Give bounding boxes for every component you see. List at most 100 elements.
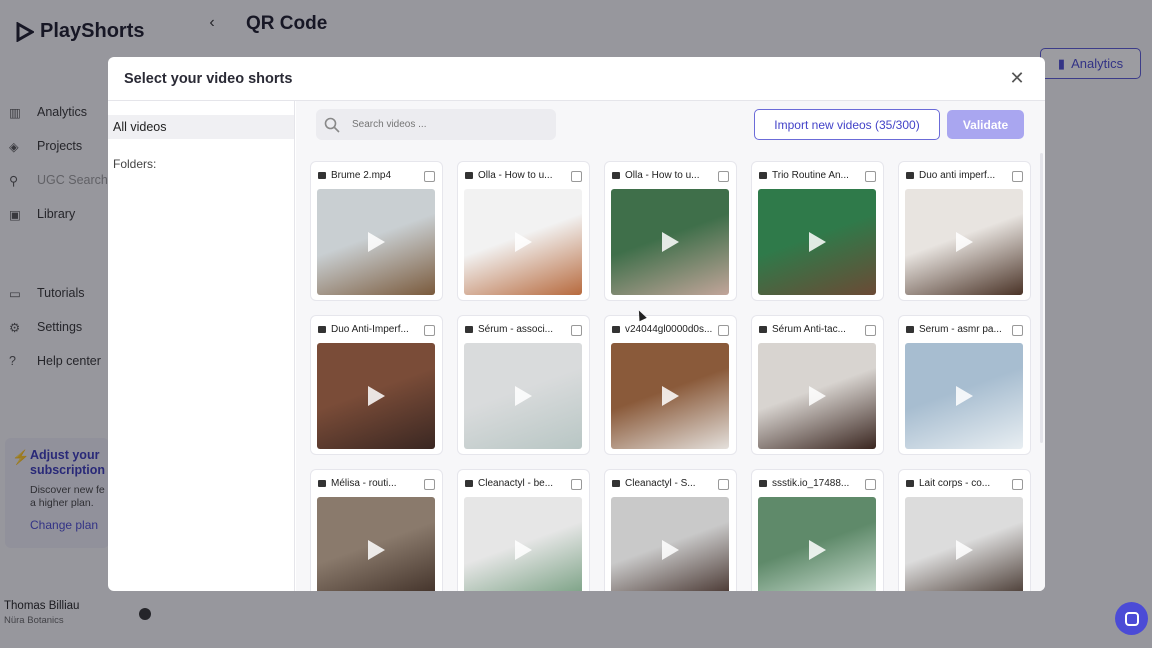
video-card[interactable]: Sérum - associ... <box>457 315 590 455</box>
video-thumbnail[interactable] <box>611 497 729 591</box>
play-icon[interactable] <box>368 232 385 252</box>
video-checkbox[interactable] <box>1012 479 1023 490</box>
play-icon[interactable] <box>956 386 973 406</box>
video-thumbnail[interactable] <box>758 189 876 295</box>
video-name: Brume 2.mp4 <box>331 170 392 181</box>
video-thumbnail[interactable] <box>317 343 435 449</box>
modal-title: Select your video shorts <box>124 70 293 87</box>
search-input[interactable] <box>352 119 532 130</box>
video-card-header: Olla - How to u... <box>458 162 589 189</box>
video-name: Trio Routine An... <box>772 170 849 181</box>
play-icon[interactable] <box>956 232 973 252</box>
all-videos-item[interactable]: All videos <box>108 115 294 139</box>
import-videos-button[interactable]: Import new videos (35/300) <box>754 109 940 140</box>
video-checkbox[interactable] <box>424 479 435 490</box>
film-icon <box>906 480 914 487</box>
video-thumbnail[interactable] <box>317 189 435 295</box>
play-icon[interactable] <box>662 540 679 560</box>
play-icon[interactable] <box>662 232 679 252</box>
video-thumbnail[interactable] <box>905 189 1023 295</box>
film-icon <box>612 172 620 179</box>
video-card[interactable]: Duo anti imperf... <box>898 161 1031 301</box>
video-thumbnail[interactable] <box>611 343 729 449</box>
video-card-header: v24044gl0000d0s... <box>605 316 736 343</box>
video-checkbox[interactable] <box>865 479 876 490</box>
video-card[interactable]: Trio Routine An... <box>751 161 884 301</box>
video-checkbox[interactable] <box>1012 171 1023 182</box>
video-card[interactable]: Cleanactyl - S... <box>604 469 737 591</box>
play-icon[interactable] <box>809 386 826 406</box>
video-thumbnail[interactable] <box>758 497 876 591</box>
video-name: Mélisa - routi... <box>331 478 397 489</box>
play-icon[interactable] <box>515 540 532 560</box>
play-icon[interactable] <box>515 386 532 406</box>
video-checkbox[interactable] <box>571 479 582 490</box>
video-card-header: Sérum Anti-tac... <box>752 316 883 343</box>
video-name: Lait corps - co... <box>919 478 991 489</box>
video-thumbnail[interactable] <box>905 497 1023 591</box>
search-box[interactable] <box>316 109 556 140</box>
video-checkbox[interactable] <box>571 171 582 182</box>
video-checkbox[interactable] <box>865 171 876 182</box>
video-card[interactable]: Lait corps - co... <box>898 469 1031 591</box>
modal-sidebar: All videos Folders: <box>108 101 295 591</box>
video-thumbnail[interactable] <box>464 497 582 591</box>
film-icon <box>759 480 767 487</box>
chat-icon <box>1124 611 1139 626</box>
video-card[interactable]: Mélisa - routi... <box>310 469 443 591</box>
video-checkbox[interactable] <box>1012 325 1023 336</box>
film-icon <box>612 480 620 487</box>
play-icon[interactable] <box>368 386 385 406</box>
video-card[interactable]: Cleanactyl - be... <box>457 469 590 591</box>
play-icon[interactable] <box>515 232 532 252</box>
play-icon[interactable] <box>368 540 385 560</box>
video-card[interactable]: Brume 2.mp4 <box>310 161 443 301</box>
video-name: Olla - How to u... <box>478 170 553 181</box>
scrollbar[interactable] <box>1040 153 1043 443</box>
video-card[interactable]: Olla - How to u... <box>604 161 737 301</box>
video-card-header: Duo anti imperf... <box>899 162 1030 189</box>
chat-support-button[interactable] <box>1115 602 1148 635</box>
video-checkbox[interactable] <box>718 171 729 182</box>
video-checkbox[interactable] <box>424 325 435 336</box>
video-checkbox[interactable] <box>424 171 435 182</box>
video-card[interactable]: Duo Anti-Imperf... <box>310 315 443 455</box>
video-card[interactable]: Serum - asmr pa... <box>898 315 1031 455</box>
video-card-header: Sérum - associ... <box>458 316 589 343</box>
play-icon[interactable] <box>956 540 973 560</box>
film-icon <box>612 326 620 333</box>
video-card[interactable]: Olla - How to u... <box>457 161 590 301</box>
video-card-header: Cleanactyl - S... <box>605 470 736 497</box>
video-name: ssstik.io_17488... <box>772 478 850 489</box>
film-icon <box>318 326 326 333</box>
video-thumbnail[interactable] <box>464 343 582 449</box>
validate-button[interactable]: Validate <box>947 110 1024 139</box>
video-thumbnail[interactable] <box>464 189 582 295</box>
film-icon <box>906 326 914 333</box>
folders-label: Folders: <box>113 157 157 171</box>
video-checkbox[interactable] <box>865 325 876 336</box>
film-icon <box>465 326 473 333</box>
modal-header: Select your video shorts ✕ <box>108 57 1045 101</box>
video-card-header: Mélisa - routi... <box>311 470 442 497</box>
video-thumbnail[interactable] <box>905 343 1023 449</box>
play-icon[interactable] <box>809 232 826 252</box>
video-thumbnail[interactable] <box>611 189 729 295</box>
play-icon[interactable] <box>662 386 679 406</box>
select-video-modal: Select your video shorts ✕ All videos Fo… <box>108 57 1045 591</box>
video-thumbnail[interactable] <box>758 343 876 449</box>
video-card-header: Olla - How to u... <box>605 162 736 189</box>
video-grid: Brume 2.mp4 Olla - How to u... Olla - How … <box>310 161 1031 591</box>
video-card-header: Cleanactyl - be... <box>458 470 589 497</box>
play-icon[interactable] <box>809 540 826 560</box>
video-card[interactable]: v24044gl0000d0s... <box>604 315 737 455</box>
video-card[interactable]: ssstik.io_17488... <box>751 469 884 591</box>
film-icon <box>318 480 326 487</box>
video-checkbox[interactable] <box>571 325 582 336</box>
close-icon[interactable]: ✕ <box>1009 69 1025 87</box>
modal-content: Import new videos (35/300) Validate Brum… <box>296 101 1045 591</box>
video-card[interactable]: Sérum Anti-tac... <box>751 315 884 455</box>
video-checkbox[interactable] <box>718 479 729 490</box>
video-checkbox[interactable] <box>718 325 729 336</box>
video-thumbnail[interactable] <box>317 497 435 591</box>
